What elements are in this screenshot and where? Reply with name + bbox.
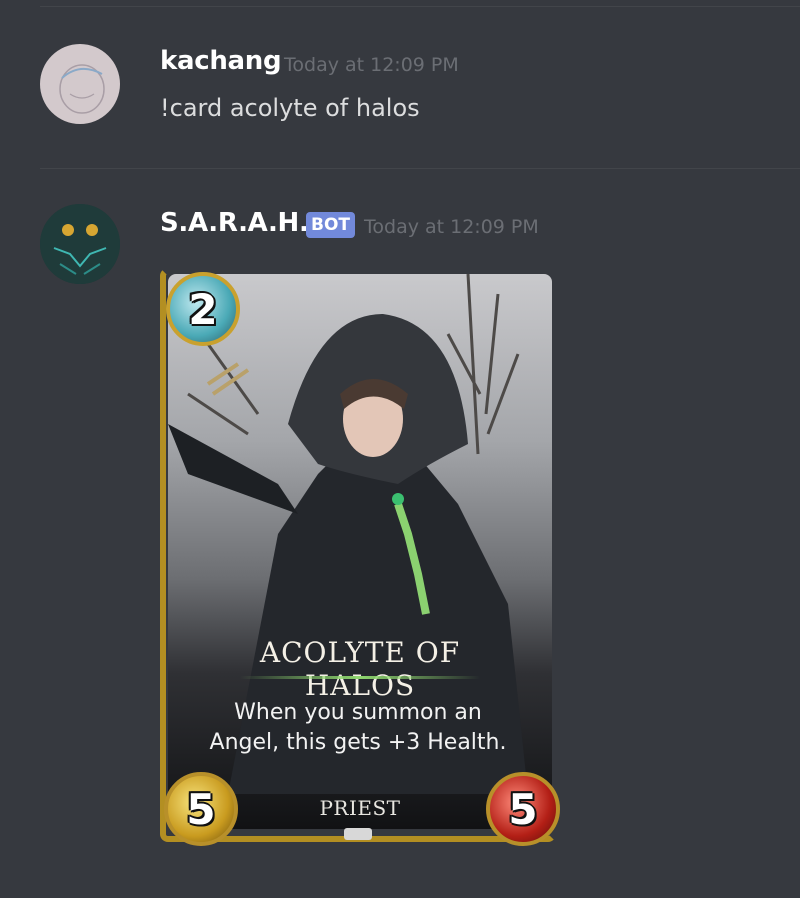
message-timestamp: Today at 12:09 PM	[284, 54, 459, 76]
robot-face-avatar-icon	[40, 204, 120, 284]
health-gem: 5	[486, 772, 560, 846]
card-tribe: PRIEST	[319, 796, 401, 820]
top-divider	[40, 6, 800, 7]
card-image[interactable]: 2 ACOLYTE OF HALOS When you summon an An…	[160, 268, 560, 846]
message-timestamp: Today at 12:09 PM	[364, 216, 539, 238]
message-username[interactable]: kachang	[160, 46, 282, 76]
card-text: When you summon an Angel, this gets +3 H…	[209, 700, 507, 755]
sketch-avatar-icon	[59, 64, 105, 114]
message-text: !card acolyte of halos	[160, 94, 420, 122]
card-health: 5	[508, 784, 538, 834]
bot-badge: BOT	[306, 212, 356, 238]
bot-avatar[interactable]	[40, 204, 120, 284]
card-cost: 2	[188, 284, 218, 334]
card-bottom-notch	[344, 828, 372, 840]
card-name: ACOLYTE OF HALOS	[259, 636, 461, 702]
mana-cost-gem: 2	[166, 272, 240, 346]
name-underline	[240, 676, 480, 679]
message-divider	[40, 168, 800, 169]
message-username[interactable]: S.A.R.A.H.	[160, 208, 309, 238]
avatar[interactable]	[40, 44, 120, 124]
attack-gem: 5	[164, 772, 238, 846]
card-attack: 5	[186, 784, 216, 834]
